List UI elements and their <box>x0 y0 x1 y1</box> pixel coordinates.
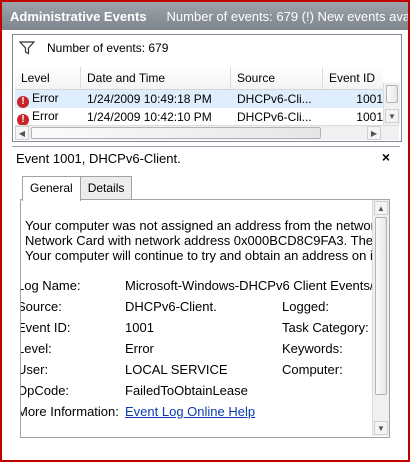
column-level[interactable]: Level <box>15 67 81 89</box>
list-vscroll-thumb[interactable] <box>386 85 398 103</box>
table-header: Level Date and Time Source Event ID <box>15 67 383 90</box>
computer-label: Computer: <box>282 362 343 377</box>
opcode-value: FailedToObtainLease <box>125 383 248 398</box>
row-datetime: 1/24/2009 10:49:18 PM <box>87 92 212 106</box>
list-horizontal-scrollbar[interactable]: ◀ ▶ <box>15 125 399 140</box>
scroll-right-arrow-icon[interactable]: ▶ <box>367 126 381 140</box>
task-category-label: Task Category: <box>282 320 369 335</box>
event-id-label: Event ID: <box>20 320 71 335</box>
column-source[interactable]: Source <box>231 67 323 89</box>
filter-row: Number of events: 679 <box>13 35 401 61</box>
row-source: DHCPv6-Cli... <box>237 110 312 124</box>
level-value: Error <box>125 341 154 356</box>
close-icon[interactable]: × <box>382 149 390 165</box>
table-row[interactable]: ! Error 1/24/2009 10:49:18 PM DHCPv6-Cli.… <box>15 90 383 108</box>
logged-label: Logged: <box>282 299 329 314</box>
scroll-down-arrow-icon[interactable]: ▼ <box>374 421 388 435</box>
event-count-status: Number of events: 679 (!) New events ava… <box>166 8 408 24</box>
more-info-label: More Information: <box>20 404 119 419</box>
filter-count: Number of events: 679 <box>47 41 169 55</box>
tab-general[interactable]: General <box>22 176 81 201</box>
row-event-id: 1001 <box>356 110 383 124</box>
list-vertical-scrollbar[interactable]: ▼ <box>383 83 400 125</box>
event-table: Level Date and Time Source Event ID ! Err… <box>15 67 383 125</box>
row-event-id: 1001 <box>356 92 383 106</box>
detail-tabs: General Details <box>22 176 133 201</box>
general-tab-content: Your computer was not assigned an addres… <box>20 199 390 438</box>
column-event-id[interactable]: Event ID <box>323 67 383 89</box>
event-description: Your computer was not assigned an addres… <box>25 218 390 263</box>
detail-vertical-scrollbar[interactable]: ▲ ▼ <box>372 200 389 436</box>
event-log-help-link[interactable]: Event Log Online Help <box>125 404 255 419</box>
error-icon: ! <box>17 113 29 125</box>
user-value: LOCAL SERVICE <box>125 362 228 377</box>
scroll-left-arrow-icon[interactable]: ◀ <box>15 126 29 140</box>
event-list-panel: Number of events: 679 Level Date and Tim… <box>12 34 402 142</box>
title-bar: Administrative Events Number of events: … <box>2 2 408 30</box>
column-date-time[interactable]: Date and Time <box>81 67 231 89</box>
row-level: ! Error <box>15 109 81 125</box>
opcode-label: OpCode: <box>20 383 70 398</box>
detail-title: Event 1001, DHCPv6-Client. <box>16 150 181 166</box>
detail-vscroll-thumb[interactable] <box>375 217 387 395</box>
row-datetime: 1/24/2009 10:42:10 PM <box>87 110 212 124</box>
window-title: Administrative Events <box>10 8 147 24</box>
filter-icon[interactable] <box>19 41 35 55</box>
log-name-label: Log Name: <box>20 278 81 293</box>
row-source: DHCPv6-Cli... <box>237 92 312 106</box>
log-name-value: Microsoft-Windows-DHCPv6 Client Events/A… <box>125 278 389 293</box>
event-id-value: 1001 <box>125 320 154 335</box>
keywords-label: Keywords: <box>282 341 343 356</box>
detail-header: Event 1001, DHCPv6-Client. × <box>12 146 400 169</box>
scroll-up-arrow-icon[interactable]: ▲ <box>374 201 388 215</box>
scroll-down-arrow-icon[interactable]: ▼ <box>385 109 399 123</box>
source-value: DHCPv6-Client. <box>125 299 217 314</box>
table-row[interactable]: ! Error 1/24/2009 10:42:10 PM DHCPv6-Cli.… <box>15 108 383 125</box>
list-hscroll-thumb[interactable] <box>31 127 321 139</box>
user-label: User: <box>20 362 49 377</box>
row-level: ! Error <box>15 91 81 108</box>
level-label: Level: <box>20 341 52 356</box>
source-label: Source: <box>20 299 62 314</box>
tab-details[interactable]: Details <box>79 176 133 199</box>
error-icon: ! <box>17 95 29 108</box>
